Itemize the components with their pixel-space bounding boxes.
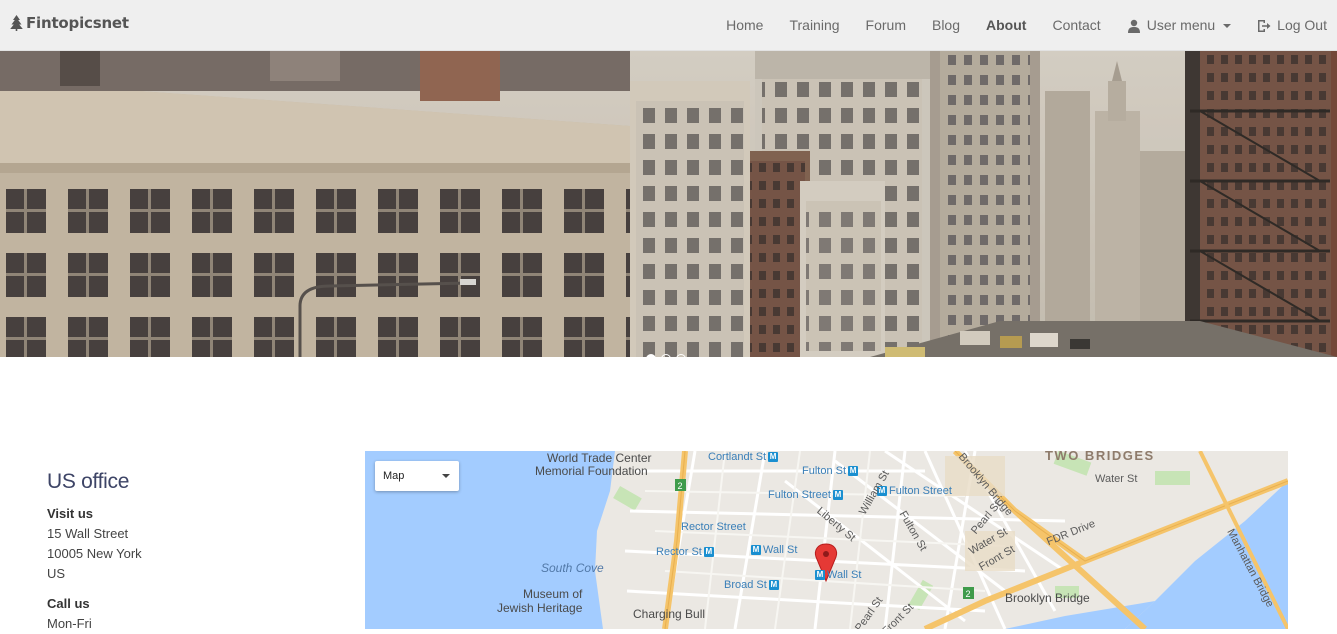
user-menu-label: User menu — [1146, 17, 1216, 33]
metro-icon: M — [832, 490, 843, 501]
metro-icon: M — [815, 570, 825, 581]
map-label-brooklyn-bridge-2: Brooklyn Bridge — [1005, 591, 1090, 605]
logout-label: Log Out — [1277, 17, 1327, 33]
map-label-wtc-1: World Trade Center — [547, 451, 652, 465]
map-label-wall-2: M Wall St — [815, 569, 862, 581]
main-nav: Home Training Forum Blog About Contact U… — [713, 0, 1337, 51]
nav-about[interactable]: About — [973, 0, 1039, 51]
map-type-label: Map — [383, 470, 405, 482]
nav-forum[interactable]: Forum — [853, 0, 919, 51]
navbar: Fintopicsnet Home Training Forum Blog Ab… — [0, 0, 1337, 51]
hero-carousel[interactable] — [0, 51, 1337, 357]
chevron-down-icon — [1223, 23, 1232, 28]
metro-icon: M — [768, 452, 779, 463]
svg-text:2: 2 — [966, 589, 971, 599]
metro-icon: M — [751, 545, 761, 556]
carousel-dot-2[interactable] — [661, 354, 671, 357]
nav-user-menu[interactable]: User menu — [1114, 0, 1244, 51]
tree-icon — [10, 15, 23, 31]
nav-logout[interactable]: Log Out — [1244, 0, 1337, 51]
carousel-dot-3[interactable] — [676, 354, 686, 357]
metro-icon: M — [703, 547, 714, 558]
logout-icon — [1258, 19, 1271, 32]
address-line-2: 10005 New York — [47, 546, 142, 561]
map-label-fulton-2: Fulton Street M — [768, 489, 843, 501]
office-info: US office Visit us 15 Wall Street 10005 … — [47, 470, 347, 634]
call-label: Call us — [47, 596, 90, 611]
nav-blog[interactable]: Blog — [919, 0, 973, 51]
metro-icon: M — [768, 580, 779, 591]
map-label-two-bridges: TWO BRIDGES — [1045, 451, 1155, 463]
map-label-museum-2: Jewish Heritage — [497, 601, 583, 615]
nav-home[interactable]: Home — [713, 0, 776, 51]
map-label-wtc-2: Memorial Foundation — [535, 464, 648, 478]
nav-training[interactable]: Training — [776, 0, 852, 51]
user-icon — [1127, 19, 1140, 33]
map-label-south-cove: South Cove — [541, 561, 604, 575]
address-line-3: US — [47, 566, 66, 581]
metro-icon: M — [848, 466, 859, 477]
visit-label: Visit us — [47, 506, 94, 521]
office-title: US office — [47, 470, 130, 493]
chevron-down-icon — [442, 474, 450, 478]
map-label-fulton-3: M Fulton Street — [877, 485, 952, 497]
google-map[interactable]: 2 2 Map World Trade Center Memorial Foun… — [365, 451, 1288, 629]
city-street-image — [0, 51, 1337, 357]
map-label-fulton-1: Fulton St M — [802, 465, 859, 477]
brand-name: Fintopicsnet — [26, 14, 129, 32]
map-label-cortlandt: Cortlandt St M — [708, 451, 779, 463]
map-label-broad: Broad St M — [724, 579, 779, 591]
map-type-dropdown[interactable]: Map — [375, 461, 459, 491]
map-label-charging-bull: Charging Bull — [633, 607, 706, 621]
brand-link[interactable]: Fintopicsnet — [10, 14, 129, 32]
carousel-indicators — [646, 354, 686, 357]
carousel-dot-1[interactable] — [646, 354, 656, 357]
address-line-1: 15 Wall Street — [47, 526, 129, 541]
map-label-rector-2: Rector St M — [656, 546, 714, 558]
map-label-museum-1: Museum of — [523, 587, 583, 601]
svg-text:2: 2 — [678, 481, 683, 491]
map-label-rector-1: Rector Street — [681, 521, 746, 533]
map-label-water-1: Water St — [1095, 473, 1138, 485]
map-label-wall-1: M Wall St — [751, 544, 798, 556]
office-hours: Mon-Fri — [47, 616, 92, 631]
nav-contact[interactable]: Contact — [1039, 0, 1113, 51]
